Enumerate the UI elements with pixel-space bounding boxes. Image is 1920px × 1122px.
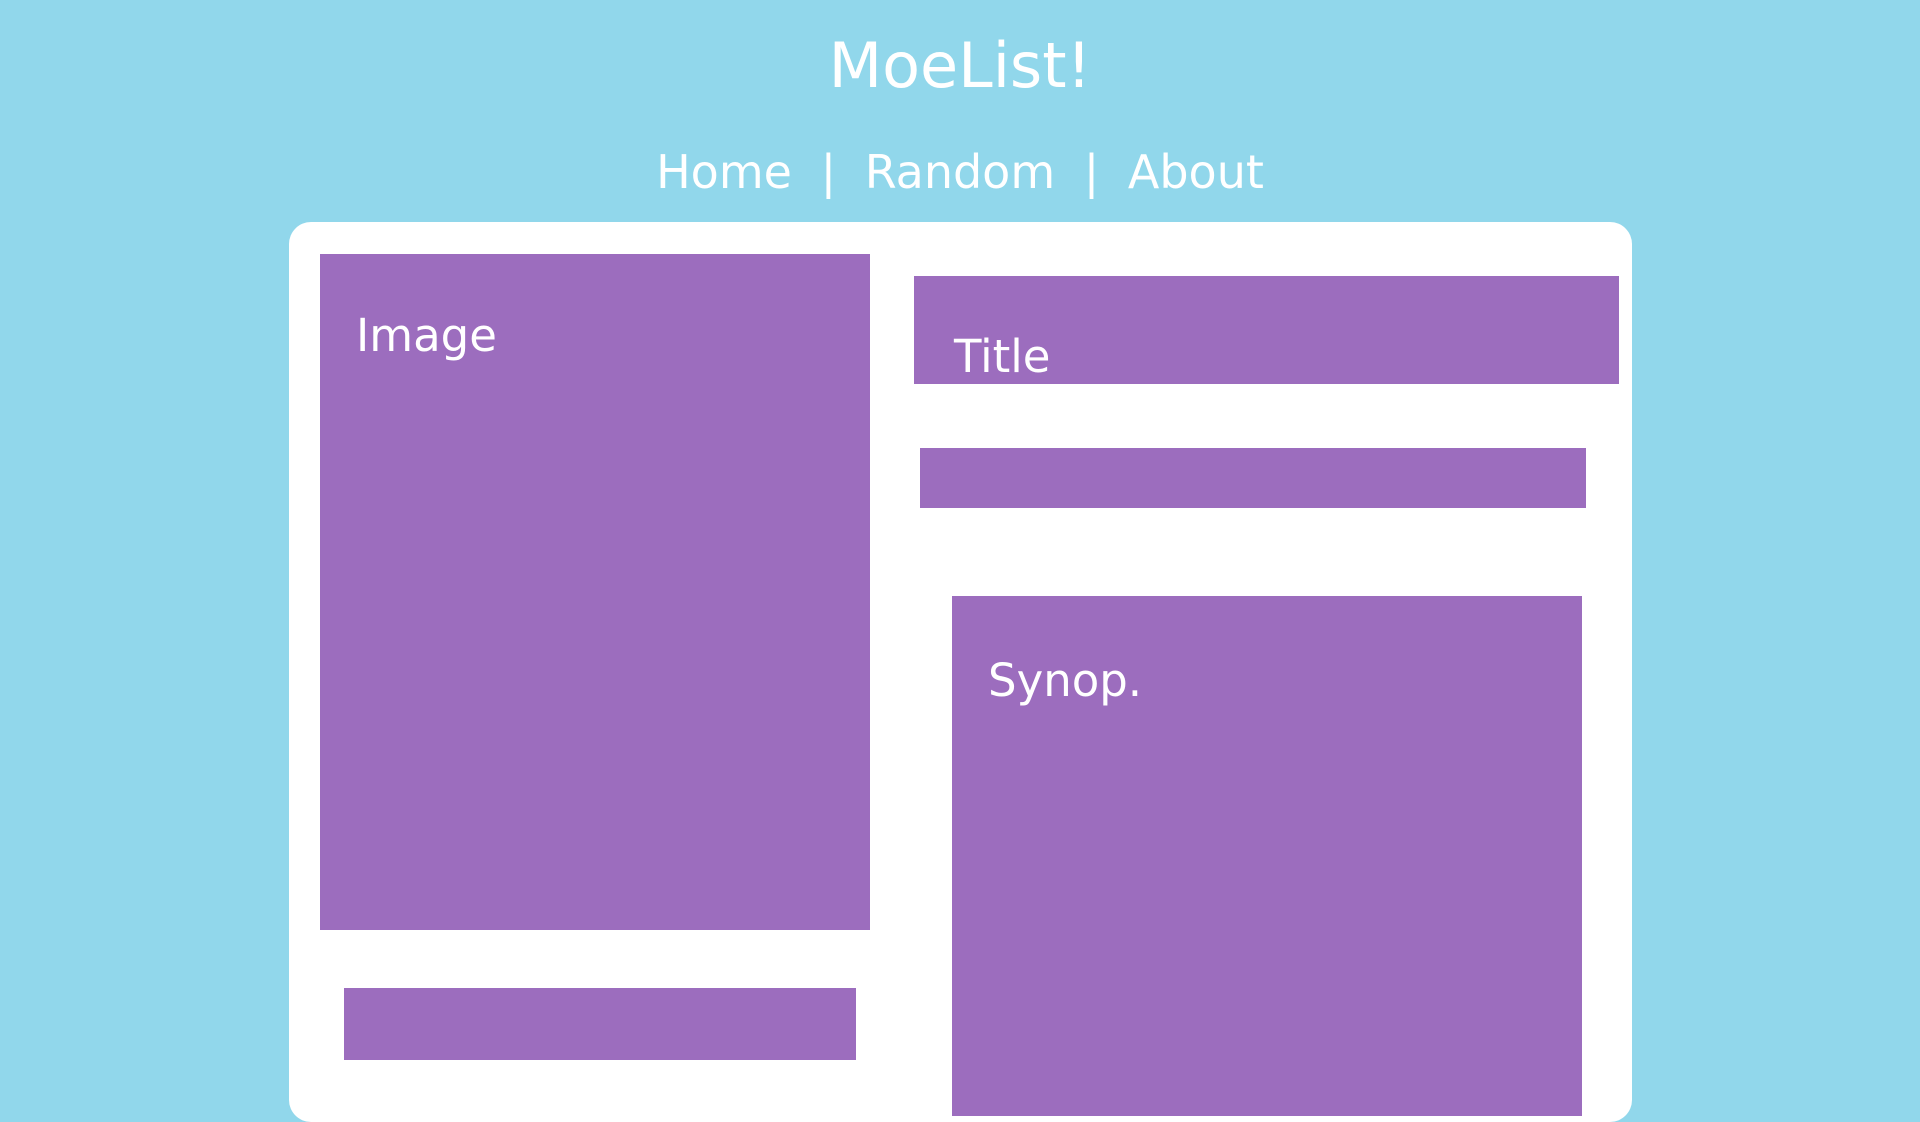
- main-nav: Home | Random | About: [0, 144, 1920, 200]
- nav-random-link[interactable]: Random: [865, 145, 1055, 199]
- title-label: Title: [954, 330, 1051, 383]
- info-bar-placeholder: [920, 448, 1586, 508]
- title-placeholder: Title: [914, 276, 1619, 384]
- nav-separator: |: [820, 145, 837, 199]
- image-label: Image: [356, 309, 497, 362]
- synopsis-placeholder: Synop.: [952, 596, 1582, 1116]
- content-card: Image Title Synop.: [289, 222, 1632, 1122]
- nav-home-link[interactable]: Home: [656, 145, 792, 199]
- image-placeholder: Image: [320, 254, 870, 930]
- nav-separator: |: [1083, 145, 1100, 199]
- image-caption-placeholder: [344, 988, 856, 1060]
- site-title: MoeList!: [828, 29, 1092, 102]
- nav-about-link[interactable]: About: [1128, 145, 1264, 199]
- synopsis-label: Synop.: [988, 654, 1143, 707]
